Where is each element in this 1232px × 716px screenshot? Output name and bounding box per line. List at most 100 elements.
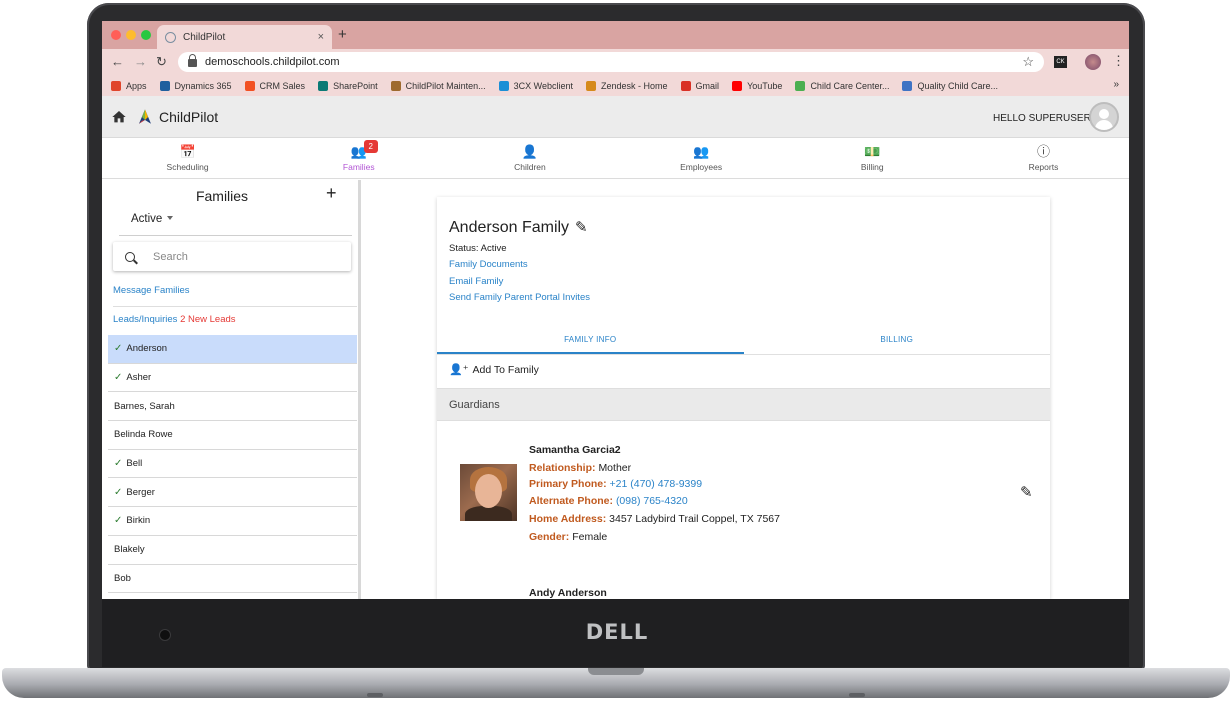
tab-children[interactable]: 👤 Children (444, 138, 615, 178)
bookmark-item[interactable]: SharePoint (318, 80, 378, 91)
bookmark-item[interactable]: ChildPilot Mainten... (390, 80, 486, 91)
bookmark-favicon-icon (902, 80, 913, 91)
status-filter-select[interactable]: Active (131, 213, 174, 225)
tab-close-icon[interactable]: × (318, 31, 324, 43)
tab-title: ChildPilot (183, 31, 226, 43)
bookmark-item[interactable]: Zendesk - Home (586, 80, 668, 91)
family-list-name: Barnes, Sarah (114, 400, 175, 412)
family-list-item[interactable]: ✓ Bell (108, 450, 357, 479)
minimize-window-button[interactable] (126, 30, 136, 40)
profile-avatar-icon[interactable] (1085, 54, 1101, 70)
bookmark-favicon-icon (318, 80, 329, 91)
tab-families[interactable]: 👥 Families 2 (273, 138, 444, 178)
guardian-photo (460, 464, 517, 521)
home-icon[interactable] (111, 109, 127, 125)
tab-employees[interactable]: 👥 Employees (616, 138, 787, 178)
edit-family-icon[interactable]: ✎ (575, 218, 588, 236)
screen: ChildPilot × + ← → ↻ demoschools.childpi… (102, 21, 1129, 599)
nav-tab-label: Scheduling (166, 162, 209, 172)
guardian-gender: Gender: Female (529, 531, 607, 543)
add-family-button[interactable]: + (326, 183, 337, 204)
family-list-item[interactable]: Belinda Rowe (108, 421, 357, 450)
primary-phone-link[interactable]: +21 (470) 478-9399 (610, 478, 703, 490)
family-list-item[interactable]: ✓ Asher (108, 364, 357, 393)
user-avatar-icon[interactable] (1089, 102, 1119, 132)
check-icon: ✓ (114, 486, 123, 498)
url-text: demoschools.childpilot.com (205, 56, 340, 68)
forward-arrow-icon[interactable]: → (134, 54, 147, 69)
bookmark-label: Apps (126, 80, 147, 91)
family-list-item[interactable]: ✓ Anderson (108, 335, 357, 364)
family-list-name: Belinda Rowe (114, 429, 173, 441)
guardian-address: Home Address: 3457 Ladybird Trail Coppel… (529, 513, 780, 525)
bookmark-item[interactable]: YouTube (732, 80, 782, 91)
bookmarks-overflow-icon[interactable]: » (1113, 79, 1119, 90)
bookmark-favicon-icon (159, 80, 170, 91)
email-family-link[interactable]: Email Family (449, 276, 503, 287)
divider (113, 306, 357, 307)
tab-scheduling[interactable]: 📅 Scheduling (102, 138, 273, 178)
status-filter-value: Active (131, 213, 163, 225)
tab-billing[interactable]: 💵 Billing (787, 138, 958, 178)
family-detail-pane: Anderson Family ✎ Status: Active Family D… (364, 180, 1129, 599)
bookmark-item[interactable]: CRM Sales (244, 80, 305, 91)
gender-value: Female (572, 531, 608, 543)
status-divider (119, 235, 352, 236)
primary-phone-label: Primary Phone: (529, 478, 607, 490)
bookmark-item[interactable]: Quality Child Care... (902, 80, 998, 91)
extension-icon[interactable]: CK (1054, 56, 1067, 68)
bookmark-label: Gmail (695, 80, 720, 91)
bookmark-star-icon[interactable]: ☆ (1022, 54, 1034, 70)
family-documents-link[interactable]: Family Documents (449, 259, 528, 270)
app-name: ChildPilot (159, 109, 219, 125)
maximize-window-button[interactable] (141, 30, 151, 40)
calendar-icon: 📅 (179, 144, 196, 159)
bookmark-item[interactable]: Child Care Center... (795, 80, 890, 91)
guardians-heading: Guardians (437, 388, 1050, 421)
bookmark-item[interactable]: Apps (111, 80, 147, 91)
leads-inquiries-link[interactable]: Leads/Inquiries 2 New Leads (113, 314, 236, 325)
bookmark-item[interactable]: 3CX Webclient (498, 80, 573, 91)
bookmark-favicon-icon (732, 80, 743, 91)
bookmark-item[interactable]: Dynamics 365 (159, 80, 232, 91)
address-bar[interactable]: demoschools.childpilot.com ☆ (178, 52, 1044, 72)
info-icon: ⓘ (1036, 144, 1050, 159)
browser-toolbar: ← → ↻ demoschools.childpilot.com ☆ CK ⋮ (102, 49, 1129, 75)
edit-guardian-icon[interactable]: ✎ (1020, 483, 1033, 501)
tab-billing[interactable]: BILLING (744, 330, 1051, 354)
family-list-item[interactable]: Blakely (108, 536, 357, 565)
browser-tab[interactable]: ChildPilot × (157, 25, 332, 49)
add-to-family-button[interactable]: 👤⁺ Add To Family (449, 363, 539, 377)
reload-icon[interactable]: ↻ (156, 54, 167, 70)
family-list-name: Anderson (126, 343, 168, 355)
family-list-item[interactable]: ✓ Birkin (108, 507, 357, 536)
dell-logo: DELL (585, 620, 649, 644)
alternate-phone-label: Alternate Phone: (529, 495, 614, 507)
new-leads-count: 2 New Leads (180, 314, 236, 325)
add-to-family-label: Add To Family (472, 363, 539, 376)
bookmark-label: ChildPilot Mainten... (405, 80, 486, 91)
family-list-name: Bob (114, 572, 131, 584)
families-title: Families (195, 188, 249, 204)
search-placeholder: Search (153, 250, 188, 263)
search-input[interactable]: Search (113, 242, 351, 271)
check-icon: ✓ (114, 458, 123, 470)
send-portal-invites-link[interactable]: Send Family Parent Portal Invites (449, 292, 590, 303)
bookmark-favicon-icon (111, 80, 121, 91)
bookmark-label: Child Care Center... (810, 80, 890, 91)
tab-family-info[interactable]: FAMILY INFO (437, 330, 744, 354)
tab-reports[interactable]: ⓘ Reports (958, 138, 1129, 178)
family-subtabs: FAMILY INFO BILLING (437, 330, 1050, 355)
guardian-alternate-phone: Alternate Phone: (098) 765-4320 (529, 495, 688, 507)
bookmark-item[interactable]: Gmail (680, 80, 720, 91)
browser-menu-icon[interactable]: ⋮ (1112, 53, 1125, 69)
family-list-item[interactable]: Bob (108, 565, 357, 594)
message-families-link[interactable]: Message Families (113, 285, 190, 296)
close-window-button[interactable] (111, 30, 121, 40)
new-tab-button[interactable]: + (338, 26, 347, 43)
alternate-phone-link[interactable]: (098) 765-4320 (616, 495, 688, 507)
family-list-item[interactable]: ✓ Berger (108, 478, 357, 508)
person-icon: 👤 (521, 144, 539, 159)
back-arrow-icon[interactable]: ← (111, 54, 124, 69)
family-list-item[interactable]: Barnes, Sarah (108, 392, 357, 422)
